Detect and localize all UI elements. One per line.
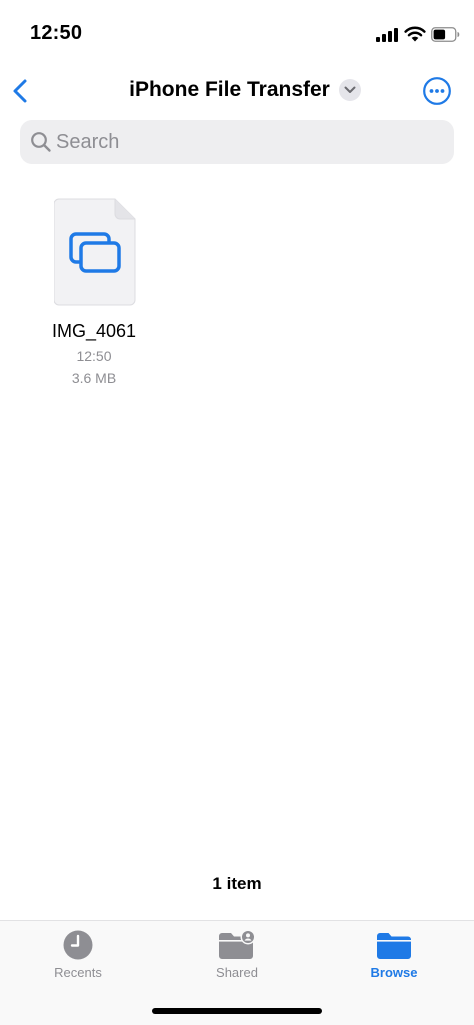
- folder-icon: [377, 933, 411, 959]
- navigation-bar: iPhone File Transfer: [0, 70, 474, 114]
- search-field[interactable]: [20, 120, 454, 164]
- tab-label-browse: Browse: [370, 965, 418, 980]
- page-title[interactable]: iPhone File Transfer: [129, 78, 330, 102]
- search-icon: [31, 132, 51, 152]
- cellular-signal-icon: [376, 28, 400, 42]
- file-item[interactable]: IMG_4061 12:50 3.6 MB: [44, 198, 144, 386]
- status-bar: 12:50: [0, 0, 474, 70]
- tab-recents[interactable]: Recents: [18, 929, 138, 980]
- tab-browse[interactable]: Browse: [334, 929, 454, 980]
- tab-shared[interactable]: Shared: [177, 929, 297, 980]
- files-app-screen: 12:50 iPhone File Transfer Search IMG_40…: [0, 0, 474, 1025]
- file-name: IMG_4061: [51, 321, 137, 341]
- image-stack-icon: [53, 198, 136, 306]
- item-count: 1 item: [212, 874, 262, 893]
- wifi-icon: [404, 26, 426, 42]
- nav-title-group: iPhone File Transfer: [0, 78, 474, 102]
- title-menu-button[interactable]: [338, 79, 361, 101]
- home-indicator[interactable]: [152, 1008, 322, 1014]
- chevron-down-icon: [344, 86, 356, 93]
- tab-label-shared: Shared: [216, 965, 258, 980]
- search-input[interactable]: [56, 130, 426, 154]
- battery-icon: [431, 27, 460, 42]
- status-time: 12:50: [30, 22, 83, 44]
- shared-folder-icon: [219, 929, 256, 959]
- file-modified-time: 12:50: [76, 348, 112, 364]
- file-size: 3.6 MB: [71, 370, 117, 386]
- clock-icon: [63, 930, 93, 960]
- tab-label-recents: Recents: [54, 965, 102, 980]
- more-options-icon[interactable]: [422, 76, 452, 106]
